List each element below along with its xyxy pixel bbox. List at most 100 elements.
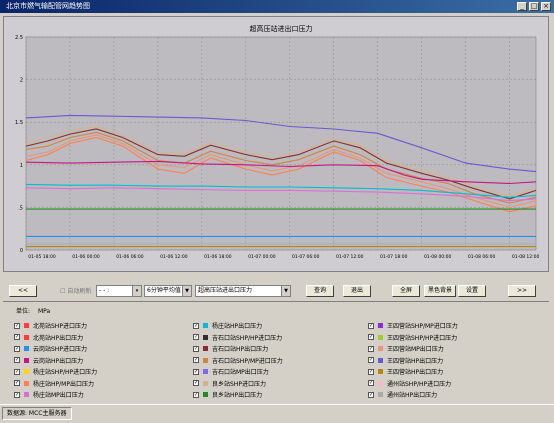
legend-checkbox[interactable]: ✓ bbox=[368, 334, 374, 340]
x-tick-label: 01-06 06:00 bbox=[116, 254, 144, 260]
legend-checkbox[interactable]: ✓ bbox=[368, 345, 374, 352]
legend-checkbox[interactable]: ✓ bbox=[193, 334, 199, 340]
legend-checkbox[interactable]: ✓ bbox=[14, 322, 20, 329]
legend-swatch bbox=[24, 346, 29, 351]
legend-checkbox[interactable]: ✓ bbox=[14, 380, 20, 386]
x-axis-ticks: 01-05 18:00 01-06 00:00 01-06 06:00 01-06 1… bbox=[28, 254, 539, 260]
next-button[interactable]: >> bbox=[508, 285, 536, 297]
legend-swatch bbox=[203, 380, 208, 386]
legend-swatch bbox=[378, 357, 383, 363]
legend-checkbox[interactable]: ✓ bbox=[14, 357, 20, 363]
legend-swatch bbox=[203, 323, 208, 328]
station-select[interactable]: 超高压站进出口压力 ▼ bbox=[195, 285, 291, 297]
legend-swatch bbox=[24, 334, 29, 340]
trend-chart: 超高压站进出口压力 0 .5 1 1.5 2 2.5 01-05 18:00 01-06 0… bbox=[15, 24, 539, 260]
legend-item[interactable]: ✓ 通州站HP出口压力 bbox=[368, 390, 437, 399]
legend-item[interactable]: ✓ 王四营站SHP/HP进口压力 bbox=[368, 333, 457, 342]
legend-item[interactable]: ✓ 杨庄站HP出口压力 bbox=[193, 321, 262, 330]
legend-item[interactable]: ✓ 良乡站SHP进口压力 bbox=[193, 379, 266, 388]
auto-refresh-label: 自动刷新 bbox=[67, 288, 92, 295]
legend-label: 吉石口站MP出口压力 bbox=[212, 369, 269, 376]
x-tick-label: 01-08 00:00 bbox=[424, 254, 452, 260]
y-tick-label: 1 bbox=[20, 163, 23, 169]
legend-checkbox[interactable]: ✓ bbox=[193, 380, 199, 386]
legend-item[interactable]: ✓ 良乡站HP出口压力 bbox=[193, 390, 262, 399]
y-tick-label: 2.5 bbox=[15, 35, 23, 41]
exit-button[interactable]: 退出 bbox=[343, 285, 371, 297]
chevron-down-icon[interactable]: ▼ bbox=[182, 286, 191, 296]
legend-checkbox[interactable]: ✓ bbox=[14, 334, 20, 340]
legend-item[interactable]: ✓ 杨庄站MP出口压力 bbox=[14, 390, 84, 399]
legend-item[interactable]: ✓ 吉石口站MP出口压力 bbox=[193, 367, 269, 376]
legend-item[interactable]: ✓ 王四营站MP出口压力 bbox=[368, 344, 444, 353]
legend-item[interactable]: ✓ 通州站SHP/HP进口压力 bbox=[368, 379, 451, 388]
legend-label: 云岗站SHP进口压力 bbox=[33, 346, 87, 353]
x-tick-label: 01-07 18:00 bbox=[380, 254, 408, 260]
spin-icon[interactable]: ▾ bbox=[132, 286, 141, 296]
legend-swatch bbox=[24, 369, 29, 374]
legend-swatch bbox=[378, 323, 383, 328]
legend-label: 杨庄站SHP/HP进口压力 bbox=[33, 369, 98, 376]
legend-item[interactable]: ✓ 杨庄站SHP/HP进口压力 bbox=[14, 367, 97, 376]
legend-checkbox[interactable]: ✓ bbox=[368, 368, 374, 375]
maximize-icon[interactable]: □ bbox=[529, 2, 539, 11]
legend-checkbox[interactable]: ✓ bbox=[368, 391, 374, 398]
legend-item[interactable]: ✓ 云岗站HP出口压力 bbox=[14, 356, 83, 365]
legend-checkbox[interactable]: ✓ bbox=[368, 380, 374, 386]
query-button[interactable]: 查询 bbox=[306, 285, 334, 297]
legend-swatch bbox=[378, 380, 383, 386]
auto-refresh-checkbox[interactable]: ☐ 自动刷新 bbox=[60, 286, 91, 295]
legend-label: 北苑站HP出口压力 bbox=[33, 334, 84, 342]
legend-item[interactable]: ✓ 王四营站SHP/MP进口压力 bbox=[368, 321, 458, 330]
legend-item[interactable]: ✓ 王四营站HP出口压力 bbox=[368, 356, 443, 365]
chart-panel: 超高压站进出口压力 0 .5 1 1.5 2 2.5 01-05 18:00 01-06 0… bbox=[3, 16, 549, 272]
legend-label: 北苑站SHP进口压力 bbox=[33, 323, 87, 330]
legend-swatch bbox=[203, 392, 208, 397]
prev-button[interactable]: << bbox=[9, 285, 37, 297]
x-tick-label: 01-07 00:00 bbox=[248, 254, 276, 260]
black-background-button[interactable]: 黑色背景 bbox=[424, 285, 456, 297]
y-tick-label: 2 bbox=[20, 78, 23, 84]
settings-button[interactable]: 设置 bbox=[458, 285, 486, 297]
data-source-status: 数据源: MCC主服务器 bbox=[2, 407, 72, 420]
legend-item[interactable]: ✓ 云岗站SHP进口压力 bbox=[14, 344, 87, 353]
legend-item[interactable]: ✓ 北苑站HP出口压力 bbox=[14, 333, 83, 342]
x-tick-label: 01-08 12:00 bbox=[512, 254, 540, 260]
legend-label: 云岗站HP出口压力 bbox=[33, 357, 84, 365]
legend-checkbox[interactable]: ✓ bbox=[193, 368, 199, 375]
chevron-down-icon[interactable]: ▼ bbox=[281, 286, 290, 296]
legend-label: 杨庄站MP出口压力 bbox=[33, 392, 84, 399]
legend-item[interactable]: ✓ 北苑站SHP进口压力 bbox=[14, 321, 87, 330]
legend-checkbox[interactable]: ✓ bbox=[193, 345, 199, 352]
minimize-icon[interactable]: _ bbox=[517, 2, 527, 11]
legend-checkbox[interactable]: ✓ bbox=[368, 357, 374, 363]
legend-checkbox[interactable]: ✓ bbox=[14, 391, 20, 398]
legend-item[interactable]: ✓ 王四营站HP出口压力 bbox=[368, 367, 443, 376]
legend-item[interactable]: ✓ 吉石口站SHP/MP进口压力 bbox=[193, 356, 283, 365]
close-icon[interactable]: × bbox=[541, 2, 551, 11]
legend-checkbox[interactable]: ✓ bbox=[193, 322, 199, 329]
legend-checkbox[interactable]: ✓ bbox=[14, 345, 20, 352]
auto-refresh-box[interactable]: ☐ bbox=[60, 288, 65, 295]
station-select-value: 超高压站进出口压力 bbox=[198, 287, 253, 294]
legend-label: 通州站SHP/HP进口压力 bbox=[387, 380, 452, 388]
fullscreen-button[interactable]: 全屏 bbox=[392, 285, 420, 297]
x-tick-label: 01-07 12:00 bbox=[336, 254, 364, 260]
y-tick-label: 1.5 bbox=[15, 120, 23, 126]
interval-select-value: 6分钟平均值 bbox=[147, 287, 181, 294]
x-tick-label: 01-06 00:00 bbox=[72, 254, 100, 260]
legend-label: 王四营站HP出口压力 bbox=[387, 369, 444, 376]
legend-label: 王四营站SHP/MP进口压力 bbox=[387, 323, 458, 330]
legend-item[interactable]: ✓ 杨庄站HP/MP出口压力 bbox=[14, 379, 94, 388]
legend-label: 杨庄站HP出口压力 bbox=[212, 323, 263, 330]
legend-swatch bbox=[203, 334, 208, 340]
legend-checkbox[interactable]: ✓ bbox=[193, 391, 199, 398]
legend-checkbox[interactable]: ✓ bbox=[14, 368, 20, 375]
legend-label: 吉石口站HP出口压力 bbox=[212, 346, 269, 353]
legend-item[interactable]: ✓ 吉石口站HP出口压力 bbox=[193, 344, 268, 353]
interval-select[interactable]: 6分钟平均值 ▼ bbox=[144, 285, 192, 297]
legend-checkbox[interactable]: ✓ bbox=[368, 322, 374, 329]
legend-item[interactable]: ✓ 吉石口站SHP/HP进口压力 bbox=[193, 333, 282, 342]
time-input[interactable]: - - : ▾ bbox=[96, 285, 142, 297]
legend-checkbox[interactable]: ✓ bbox=[193, 357, 199, 363]
